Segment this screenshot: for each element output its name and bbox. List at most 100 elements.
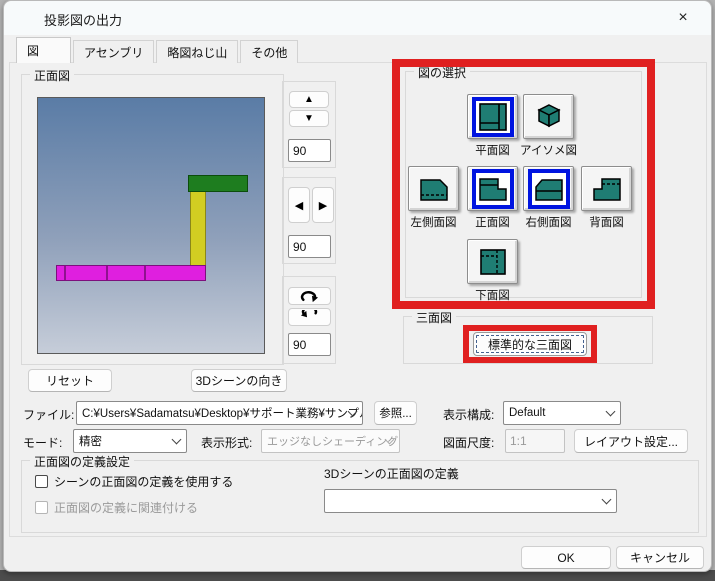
standard-three-view-button[interactable]: 標準的な三面図 — [473, 332, 587, 356]
rotate-right-button[interactable]: ▶ — [312, 187, 334, 223]
three-view-group-title: 三面図 — [412, 309, 457, 326]
display-style-value: エッジなしシェーディング — [267, 436, 399, 448]
pitch-angle-input[interactable] — [288, 139, 331, 162]
mode-label: モード: — [23, 436, 63, 450]
mode-value: 精密 — [79, 436, 102, 448]
preview-green-bar — [188, 175, 248, 192]
yaw-angle-input[interactable] — [288, 235, 331, 258]
checkbox-unchecked-icon — [35, 501, 48, 514]
isometric-view-icon — [536, 103, 561, 127]
desktop-background: 投影図の出力 × 図 アセンブリ 略図ねじ山 その他 正面図 リセット 3Dシー… — [0, 0, 715, 581]
tab-assembly[interactable]: アセンブリ — [73, 40, 155, 63]
view-button-label: 平面図 — [475, 145, 510, 157]
back-view-icon — [592, 177, 621, 201]
close-icon[interactable]: × — [669, 7, 697, 29]
view-button-label: 右側面図 — [525, 217, 572, 229]
tab-other[interactable]: その他 — [240, 40, 299, 63]
back-view-button[interactable] — [581, 166, 632, 211]
left-side-view-button[interactable] — [408, 166, 459, 211]
selection-ring — [413, 169, 455, 209]
front-view-group: 正面図 — [21, 67, 284, 365]
display-style-label: 表示形式: — [201, 436, 253, 450]
view-button-label: 左側面図 — [410, 217, 457, 229]
rotate-up-button[interactable]: ▲ — [289, 91, 329, 108]
link-front-def-checkbox-row: 正面図の定義に関連付ける — [35, 499, 198, 516]
roll-angle-input[interactable] — [288, 333, 331, 356]
scene-front-def-combobox[interactable] — [324, 489, 617, 513]
view-button-label: 背面図 — [589, 217, 624, 229]
down-arrow-icon: ▼ — [304, 113, 314, 124]
view-button-cell: 下面図 — [462, 239, 523, 303]
selection-ring — [586, 169, 628, 209]
use-scene-front-def-label: シーンの正面図の定義を使用する — [54, 475, 234, 489]
view-button-cell: 正面図 — [462, 166, 523, 230]
rotate-cw-button[interactable] — [288, 287, 331, 305]
tab-strip: 図 アセンブリ 略図ねじ山 その他 — [16, 37, 300, 63]
file-label: ファイル: — [23, 408, 75, 422]
selection-ring — [471, 168, 514, 209]
preview-magenta-divider — [64, 266, 66, 280]
front-view-icon — [478, 177, 507, 201]
front-def-group: 正面図の定義設定 シーンの正面図の定義を使用する 正面図の定義に関連付ける 3D… — [21, 453, 699, 533]
front-view-preview[interactable] — [37, 97, 265, 354]
use-scene-front-def-checkbox-row[interactable]: シーンの正面図の定義を使用する — [35, 473, 233, 490]
bottom-view-icon — [479, 248, 506, 275]
view-button-label: 正面図 — [475, 217, 510, 229]
view-button-cell: 背面図 — [576, 166, 637, 230]
rotate-left-button[interactable]: ◀ — [288, 187, 310, 223]
roll-rotation-group — [282, 276, 336, 364]
view-button-label: アイソメ図 — [520, 145, 577, 157]
preview-yellow-column — [190, 191, 206, 267]
left-arrow-icon: ◀ — [294, 199, 304, 212]
display-style-combobox: エッジなしシェーディング — [261, 429, 400, 453]
selection-ring — [472, 242, 514, 282]
mode-combobox[interactable]: 精密 — [73, 429, 187, 453]
bottom-view-button[interactable] — [467, 239, 518, 284]
selection-ring — [527, 168, 570, 209]
chevron-down-icon — [605, 406, 616, 417]
rotate-clockwise-icon — [300, 291, 319, 303]
projection-output-dialog: 投影図の出力 × 図 アセンブリ 略図ねじ山 その他 正面図 リセット 3Dシー… — [3, 0, 712, 572]
tab-zu[interactable]: 図 — [16, 37, 71, 63]
view-button-cell: 平面図 — [462, 94, 523, 158]
left-side-view-icon — [419, 178, 448, 201]
reset-button[interactable]: リセット — [28, 369, 112, 392]
view-button-label: 下面図 — [475, 290, 510, 302]
title-bar: 投影図の出力 × — [4, 1, 711, 35]
right-side-view-icon — [534, 178, 563, 201]
layout-settings-button[interactable]: レイアウト設定... — [574, 429, 688, 453]
front-def-group-title: 正面図の定義設定 — [30, 453, 135, 470]
tab-thread-outline[interactable]: 略図ねじ山 — [156, 40, 239, 63]
scene-front-def-label: 3Dシーンの正面図の定義 — [324, 467, 459, 481]
top-view-button[interactable] — [467, 94, 518, 139]
preview-magenta-bar — [56, 265, 206, 281]
rotate-ccw-button[interactable] — [288, 308, 331, 326]
drawing-scale-input — [505, 429, 565, 453]
drawing-scale-label: 図面尺度: — [443, 436, 495, 450]
rotate-counterclockwise-icon — [300, 310, 318, 318]
file-path-combobox[interactable]: C:¥Users¥Sadamatsu¥Desktop¥サポート業務¥サンプル — [76, 401, 363, 425]
front-view-group-title: 正面図 — [30, 67, 75, 84]
preview-magenta-divider — [144, 266, 146, 280]
preview-magenta-divider — [106, 266, 108, 280]
rotate-down-button[interactable]: ▼ — [289, 110, 329, 127]
pitch-rotation-group: ▲ ▼ — [282, 81, 336, 168]
chevron-down-icon — [171, 434, 182, 445]
cancel-button[interactable]: キャンセル — [616, 546, 704, 569]
link-front-def-label: 正面図の定義に関連付ける — [54, 501, 199, 515]
browse-button[interactable]: 参照... — [374, 401, 417, 425]
isometric-view-button[interactable] — [523, 94, 574, 139]
checkbox-unchecked-icon[interactable] — [35, 475, 48, 488]
view-button-cell: アイソメ図 — [518, 94, 579, 158]
dialog-title: 投影図の出力 — [44, 13, 123, 28]
display-config-combobox[interactable]: Default — [503, 401, 621, 425]
ok-button[interactable]: OK — [521, 546, 611, 569]
up-arrow-icon: ▲ — [304, 94, 314, 105]
selection-ring — [471, 96, 514, 137]
right-side-view-button[interactable] — [523, 166, 574, 211]
scene-orientation-button[interactable]: 3Dシーンの向き — [191, 369, 287, 392]
right-arrow-icon: ▶ — [318, 199, 328, 212]
view-button-cell: 左側面図 — [403, 166, 464, 230]
front-view-button[interactable] — [467, 166, 518, 211]
top-view-icon — [478, 102, 507, 131]
